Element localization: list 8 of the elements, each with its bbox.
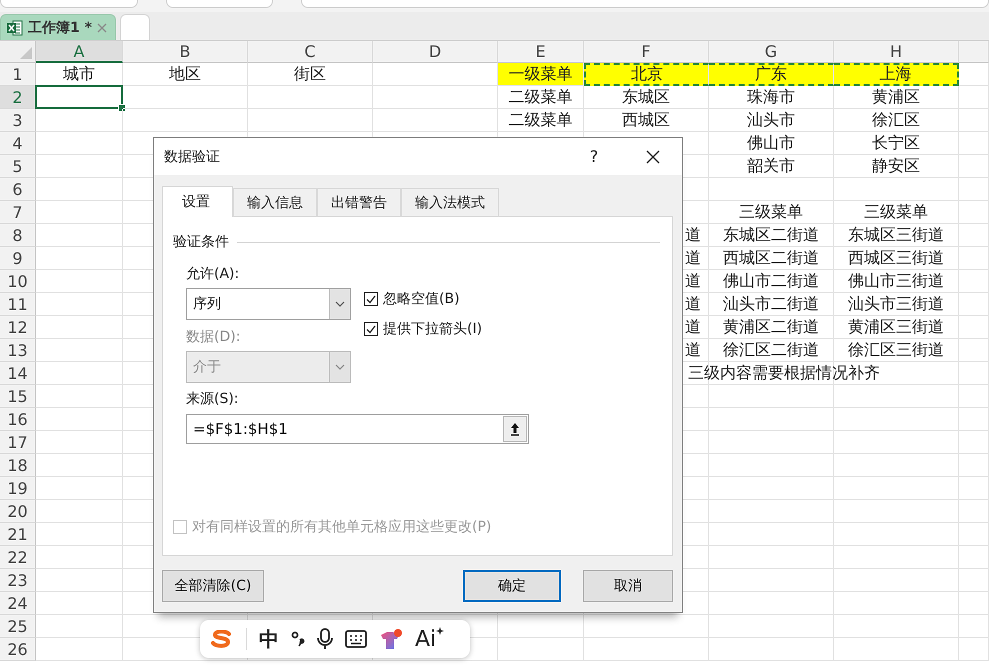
field-label: 数据(D): <box>186 328 240 347</box>
checkbox-label: 对有同样设置的所有其他单元格应用这些更改(P) <box>192 518 492 536</box>
group-label: 验证条件 <box>173 233 229 251</box>
field-label: 允许(A): <box>186 265 240 284</box>
checkbox-label: 提供下拉箭头(I) <box>383 320 482 338</box>
dialog-title: 数据验证 <box>164 148 221 166</box>
checkbox-label: 忽略空值(B) <box>383 290 460 308</box>
field-label: 来源(S): <box>186 390 239 409</box>
